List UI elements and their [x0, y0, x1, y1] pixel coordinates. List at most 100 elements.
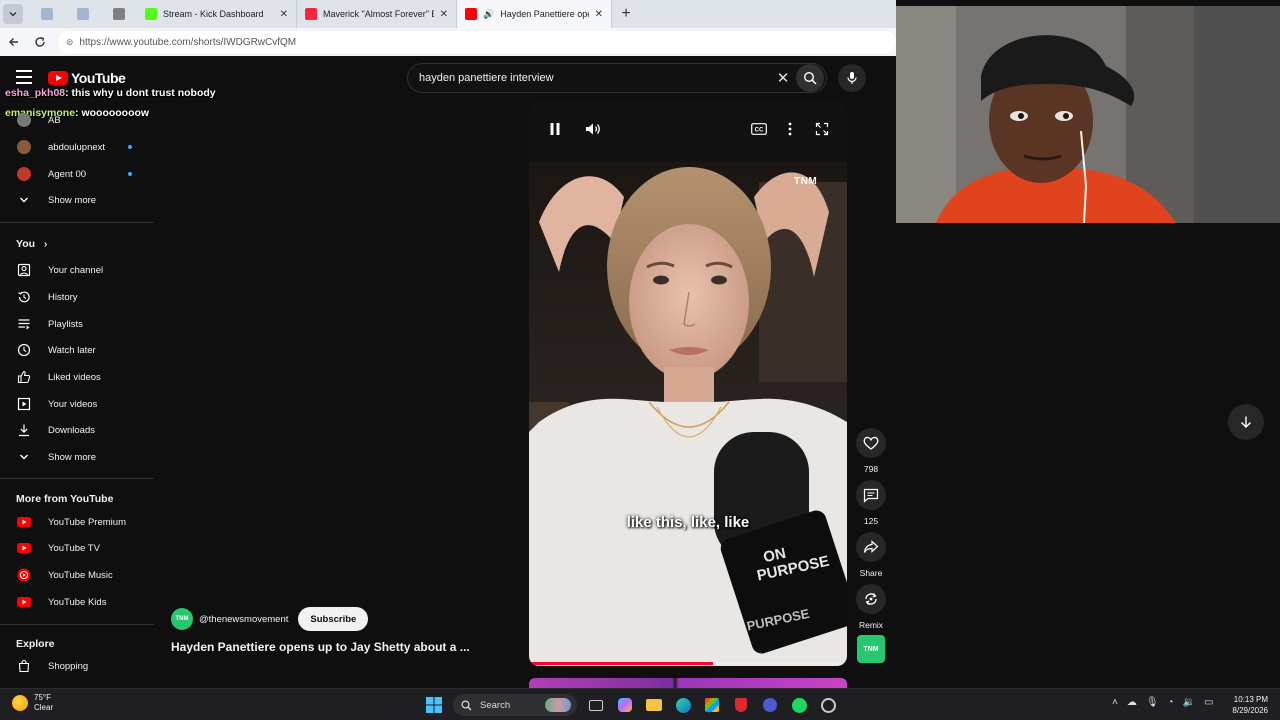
- show-more-you[interactable]: Show more: [0, 444, 154, 470]
- sidebar-item-shopping[interactable]: Shopping: [0, 653, 154, 679]
- site-info-icon[interactable]: ⊜: [66, 37, 74, 48]
- channel-badge[interactable]: TNM: [857, 635, 885, 663]
- remix-button[interactable]: [856, 584, 886, 614]
- sidebar-item-youtube-tv[interactable]: YouTube TV: [0, 535, 154, 561]
- url-field[interactable]: ⊜ https://www.youtube.com/shorts/IWDGRwC…: [57, 31, 896, 53]
- sidebar-item-history[interactable]: History: [0, 284, 154, 310]
- sidebar-item-label: AB: [48, 114, 61, 126]
- sidebar-item-label: Shopping: [48, 660, 89, 672]
- sidebar-item-watch-later[interactable]: Watch later: [0, 337, 154, 363]
- share-button[interactable]: [856, 532, 886, 562]
- pinned-tab-3[interactable]: [101, 0, 137, 28]
- sidebar-item-youtube-premium[interactable]: YouTube Premium: [0, 509, 154, 535]
- volume-icon: [586, 123, 600, 135]
- next-short-preview[interactable]: [529, 678, 847, 688]
- chat-message: esha_pkh08: this why u dont trust nobody: [5, 87, 216, 99]
- sidebar-item-your-channel[interactable]: Your channel: [0, 257, 154, 283]
- like-action[interactable]: 798: [856, 428, 886, 474]
- like-button[interactable]: [856, 428, 886, 458]
- onedrive-icon[interactable]: ☁: [1127, 697, 1137, 708]
- tab-list-dropdown[interactable]: [3, 4, 23, 24]
- file-explorer-button[interactable]: [644, 695, 664, 715]
- copilot-button[interactable]: [615, 695, 635, 715]
- captions-button[interactable]: CC: [748, 118, 770, 140]
- channel-handle[interactable]: @thenewsmovement: [199, 614, 288, 625]
- edge-button[interactable]: [673, 695, 693, 715]
- volume-icon[interactable]: 🔉: [1183, 697, 1195, 708]
- search-button[interactable]: [796, 64, 824, 92]
- taskbar-search[interactable]: Search: [453, 694, 577, 716]
- section-title: You: [16, 238, 36, 250]
- fullscreen-button[interactable]: [811, 118, 833, 140]
- task-view-button[interactable]: [586, 695, 606, 715]
- voice-search-button[interactable]: [838, 64, 866, 92]
- comments-action[interactable]: 125: [856, 480, 886, 526]
- tab-youtube-active[interactable]: 🔊 Hayden Panettiere opens up t ✕: [457, 0, 612, 28]
- channel-avatar[interactable]: TNM: [171, 608, 193, 630]
- search-input[interactable]: hayden panettiere interview: [419, 72, 770, 84]
- temperature: 75°F: [34, 693, 51, 702]
- more-options-button[interactable]: [779, 118, 801, 140]
- menu-icon[interactable]: [16, 70, 32, 84]
- vpn-icon: [763, 698, 777, 712]
- chevron-up-icon[interactable]: ˄: [1112, 697, 1118, 708]
- short-title[interactable]: Hayden Panettiere opens up to Jay Shetty…: [171, 640, 470, 654]
- new-tab-button[interactable]: +: [612, 5, 640, 23]
- microphone-icon[interactable]: 🎙: [1146, 697, 1159, 708]
- sidebar-item-your-videos[interactable]: Your videos: [0, 391, 154, 417]
- youtube-logo[interactable]: YouTube: [48, 70, 126, 86]
- edge-icon: [675, 697, 691, 713]
- close-tab-icon[interactable]: ✕: [440, 9, 448, 20]
- youtube-play-icon: [48, 71, 68, 85]
- sidebar-item-playlists[interactable]: Playlists: [0, 311, 154, 337]
- speaker-icon[interactable]: 🔊: [483, 9, 494, 20]
- battery-icon[interactable]: ▭: [1204, 697, 1213, 708]
- security-app-button[interactable]: [731, 695, 751, 715]
- sidebar-item-abdoulupnext[interactable]: abdoulupnext: [0, 134, 154, 160]
- taskbar-clock[interactable]: 10:13 PM 8/29/2026: [1224, 694, 1268, 716]
- pinned-tab-1[interactable]: [29, 0, 65, 28]
- sidebar-item-agent-00[interactable]: Agent 00: [0, 161, 154, 187]
- tab-kick-dashboard[interactable]: Stream - Kick Dashboard ✕: [137, 0, 297, 28]
- share-action[interactable]: Share: [856, 532, 886, 578]
- volume-button[interactable]: [582, 118, 604, 140]
- reload-button[interactable]: [28, 30, 52, 54]
- chat-text: : this why u dont trust nobody: [65, 87, 216, 99]
- comments-button[interactable]: [856, 480, 886, 510]
- copilot-icon: [618, 698, 632, 712]
- close-tab-icon[interactable]: ✕: [595, 9, 603, 20]
- explore-header: Explore: [16, 638, 55, 650]
- show-more-subscriptions[interactable]: Show more: [0, 187, 154, 213]
- next-short-button[interactable]: [1228, 404, 1264, 440]
- webcam-image: [896, 6, 1194, 223]
- system-tray: ˄ ☁ 🎙 ◔ 🔉 ▭: [1112, 697, 1214, 708]
- back-button[interactable]: [2, 30, 26, 54]
- channel-avatar: [16, 139, 32, 155]
- sidebar-item-label: YouTube TV: [48, 542, 100, 554]
- divider: [0, 478, 154, 479]
- remix-label: Remix: [858, 620, 884, 630]
- remix-action[interactable]: Remix: [856, 584, 886, 630]
- close-tab-icon[interactable]: ✕: [280, 9, 288, 20]
- obs-button[interactable]: [818, 695, 838, 715]
- wifi-icon[interactable]: ◔: [1168, 697, 1174, 708]
- clear-search-icon[interactable]: ✕: [770, 69, 796, 87]
- weather-widget[interactable]: 75°F Clear: [12, 693, 53, 713]
- you-section-header[interactable]: You ›: [16, 238, 47, 250]
- video-progress-bar[interactable]: [529, 662, 847, 665]
- sidebar-item-youtube-music[interactable]: YouTube Music: [0, 562, 154, 588]
- start-button[interactable]: [424, 695, 444, 715]
- sidebar-item-youtube-kids[interactable]: YouTube Kids: [0, 589, 154, 615]
- search-box[interactable]: hayden panettiere interview ✕: [407, 63, 827, 93]
- vpn-app-button[interactable]: [760, 695, 780, 715]
- store-button[interactable]: [702, 695, 722, 715]
- shorts-video-player[interactable]: ON PURPOSE PURPOSE TNM CC like this, lik…: [529, 102, 847, 666]
- sidebar-item-liked-videos[interactable]: Liked videos: [0, 364, 154, 390]
- tab-apple-music[interactable]: Maverick "Almost Forever" Ep - All ✕: [297, 0, 457, 28]
- spotify-button[interactable]: [789, 695, 809, 715]
- sidebar-item-ab[interactable]: AB: [0, 107, 154, 133]
- pinned-tab-2[interactable]: [65, 0, 101, 28]
- subscribe-button[interactable]: Subscribe: [298, 607, 369, 631]
- pause-button[interactable]: [544, 118, 566, 140]
- sidebar-item-downloads[interactable]: Downloads: [0, 417, 154, 443]
